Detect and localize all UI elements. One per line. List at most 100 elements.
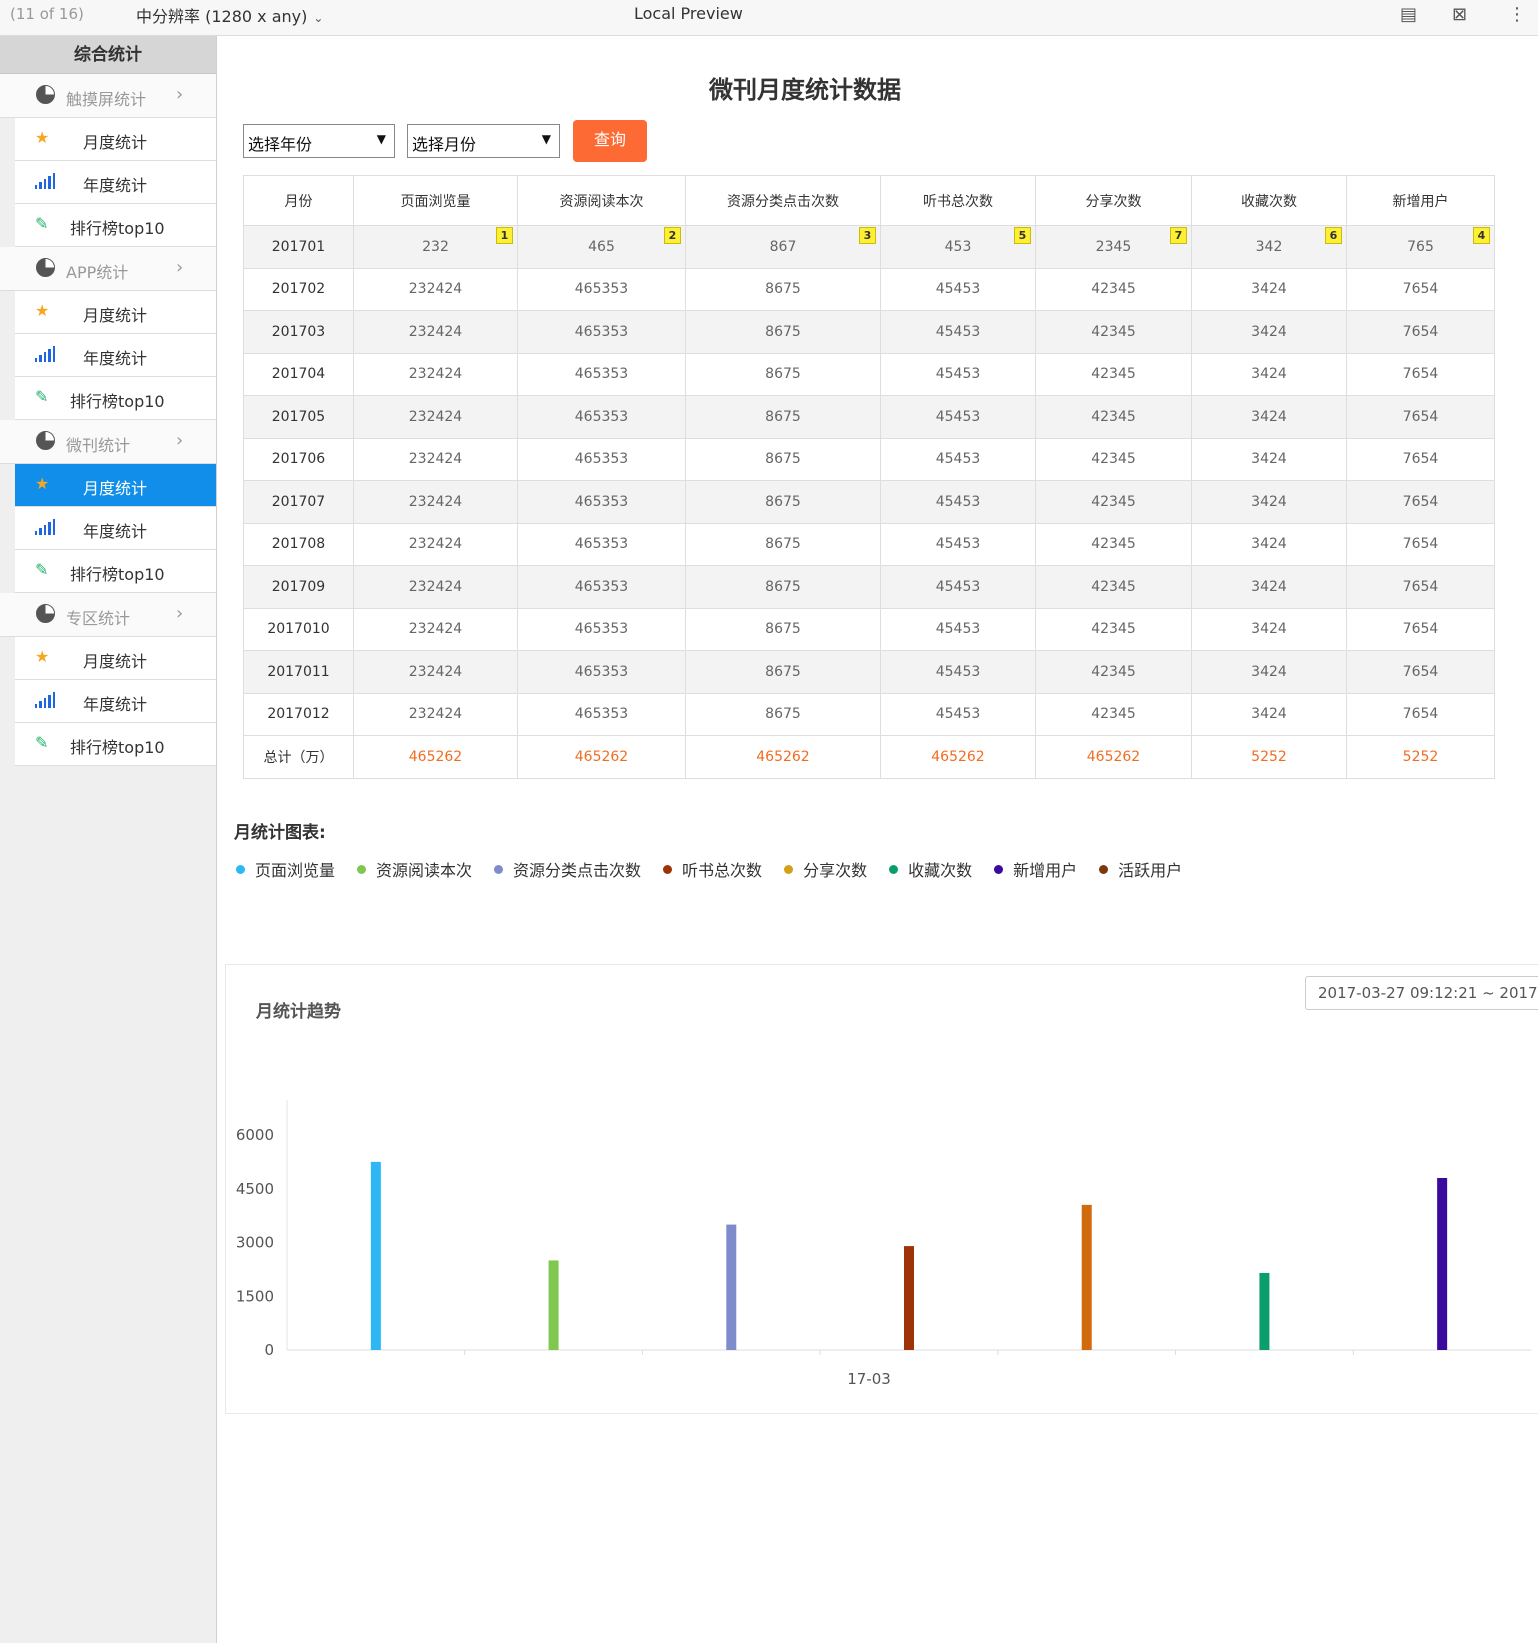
table-row: 2017011 232424 465353 8675 45453 42345 3424 765… (243, 650, 1495, 694)
sidebar-item[interactable]: 年度统计 (15, 507, 216, 550)
legend-item[interactable]: 分享次数 (784, 857, 867, 881)
sidebar-item[interactable]: ✎ 排行榜top10 (15, 377, 216, 420)
legend-label: 分享次数 (803, 861, 868, 880)
sidebar-group[interactable]: 触摸屏统计 › (0, 74, 216, 118)
cell-value: 201703 (271, 323, 326, 340)
cell-value: 232424 (408, 621, 463, 638)
query-button[interactable]: 查询 (573, 120, 647, 162)
cell-value: 2017011 (267, 663, 330, 680)
table-header-cell[interactable]: 页面浏览量 (353, 175, 518, 226)
table-row: 201707 232424 465353 8675 45453 42345 3424 7654 (243, 480, 1495, 524)
legend-item[interactable]: 活跃用户 (1099, 857, 1182, 881)
year-select[interactable]: 选择年份 ▼ (243, 124, 395, 158)
table-cell: 8675 (685, 352, 881, 396)
legend-dot-icon (663, 864, 673, 874)
sidebar-item[interactable]: ★ 月度统计 (15, 464, 216, 507)
table-cell: 42345 (1035, 565, 1192, 609)
sidebar-item[interactable]: ✎ 排行榜top10 (15, 550, 216, 593)
sidebar-item-label: 月度统计 (83, 306, 148, 325)
sidebar-item-label: 排行榜top10 (70, 565, 165, 584)
cell-value: 8675 (765, 536, 801, 553)
table-row: 2017010 232424 465353 8675 45453 42345 3424 765… (243, 607, 1495, 651)
table-header-cell[interactable]: 资源阅读本次 (517, 175, 686, 226)
x-tick-label: 17-03 (847, 1370, 891, 1388)
table-header-cell[interactable]: 听书总次数 (880, 175, 1036, 226)
month-select[interactable]: 选择月份 ▼ (407, 124, 560, 158)
sidebar-item[interactable]: 年度统计 (15, 334, 216, 377)
sidebar-item-label: 排行榜top10 (70, 219, 165, 238)
cell-value: 7654 (1402, 451, 1439, 468)
month-select-value: 选择月份 (412, 135, 477, 154)
sidebar-item-label: 年度统计 (83, 695, 148, 714)
table-cell: 465353 (517, 310, 686, 354)
resolution-label: 中分辨率 (1280 x any) (136, 7, 308, 26)
table-cell: 232424 (353, 267, 518, 311)
cell-value: 232424 (408, 663, 463, 680)
table-cell: 2345 7 (1035, 225, 1192, 269)
table-header-cell[interactable]: 资源分类点击次数 (685, 175, 881, 226)
cell-value: 232424 (408, 536, 463, 553)
cell-value: 232424 (408, 408, 463, 425)
code-icon[interactable]: ⊠ (1452, 4, 1467, 25)
sidebar-group[interactable]: APP统计 › (0, 247, 216, 291)
table-cell: 7654 (1346, 310, 1495, 354)
table-cell: 3424 (1191, 607, 1347, 651)
signal-bars-icon (35, 519, 56, 535)
cell-value: 201709 (271, 578, 326, 595)
legend-item[interactable]: 收藏次数 (889, 857, 972, 881)
sidebar-group[interactable]: 微刊统计 › (0, 420, 216, 464)
table-header-cell[interactable]: 收藏次数 (1191, 175, 1347, 226)
sidebar-item[interactable]: ✎ 排行榜top10 (15, 723, 216, 766)
legend-item[interactable]: 听书总次数 (663, 857, 762, 881)
table-cell: 7654 (1346, 267, 1495, 311)
y-tick-label: 6000 (236, 1126, 274, 1144)
resolution-dropdown[interactable]: 中分辨率 (1280 x any) ⌄ (136, 3, 323, 27)
table-cell: 3424 (1191, 267, 1347, 311)
legend-item[interactable]: 资源阅读本次 (357, 857, 472, 881)
sidebar-item-label: 年度统计 (83, 349, 148, 368)
table-cell: 3424 (1191, 480, 1347, 524)
table-header-cell[interactable]: 新增用户 (1346, 175, 1495, 226)
legend-label: 页面浏览量 (255, 861, 336, 880)
legend-dot-icon (889, 864, 899, 874)
table-cell: 3424 (1191, 522, 1347, 566)
table-cell: 42345 (1035, 437, 1192, 481)
cell-value: 42345 (1091, 536, 1136, 553)
column-rank-badge: 1 (496, 227, 513, 244)
total-cell: 465262 (880, 735, 1036, 779)
pie-chart-icon (36, 431, 55, 450)
cell-value: 8675 (765, 578, 801, 595)
cell-value: 3424 (1251, 281, 1287, 298)
sidebar-item[interactable]: 年度统计 (15, 161, 216, 204)
cell-value: 3424 (1251, 408, 1287, 425)
sidebar-item[interactable]: ✎ 排行榜top10 (15, 204, 216, 247)
total-cell: 465262 (517, 735, 686, 779)
cell-value: 3424 (1251, 621, 1287, 638)
legend-label: 收藏次数 (908, 861, 973, 880)
sidebar-item-label: 月度统计 (83, 652, 148, 671)
legend-item[interactable]: 新增用户 (994, 857, 1077, 881)
legend-item[interactable]: 页面浏览量 (236, 857, 335, 881)
table-cell: 2017010 (243, 607, 354, 651)
legend-dot-icon (994, 864, 1004, 874)
cell-value: 45453 (935, 621, 981, 638)
table-cell: 42345 (1035, 480, 1192, 524)
table-total-row: 总计（万） 465262 465262 465262 465262 465262 5252 5… (243, 735, 1495, 779)
table-cell: 465353 (517, 522, 686, 566)
sidebar-item[interactable]: ★ 月度统计 (15, 291, 216, 334)
sidebar-item[interactable]: ★ 月度统计 (15, 637, 216, 680)
more-icon[interactable]: ⋮ (1508, 4, 1526, 25)
cell-value: 7654 (1402, 408, 1439, 425)
table-header-cell[interactable]: 月份 (243, 175, 354, 226)
legend-item[interactable]: 资源分类点击次数 (494, 857, 641, 881)
legend-dot-icon (357, 864, 367, 874)
sidebar-item[interactable]: ★ 月度统计 (15, 118, 216, 161)
table-cell: 42345 (1035, 267, 1192, 311)
sidebar-group[interactable]: 专区统计 › (0, 593, 216, 637)
table-cell: 465353 (517, 650, 686, 694)
table-header-cell[interactable]: 分享次数 (1035, 175, 1192, 226)
table-cell: 465353 (517, 395, 686, 439)
cell-value: 42345 (1091, 408, 1136, 425)
sidebar-item[interactable]: 年度统计 (15, 680, 216, 723)
list-icon[interactable]: ▤ (1400, 4, 1417, 25)
